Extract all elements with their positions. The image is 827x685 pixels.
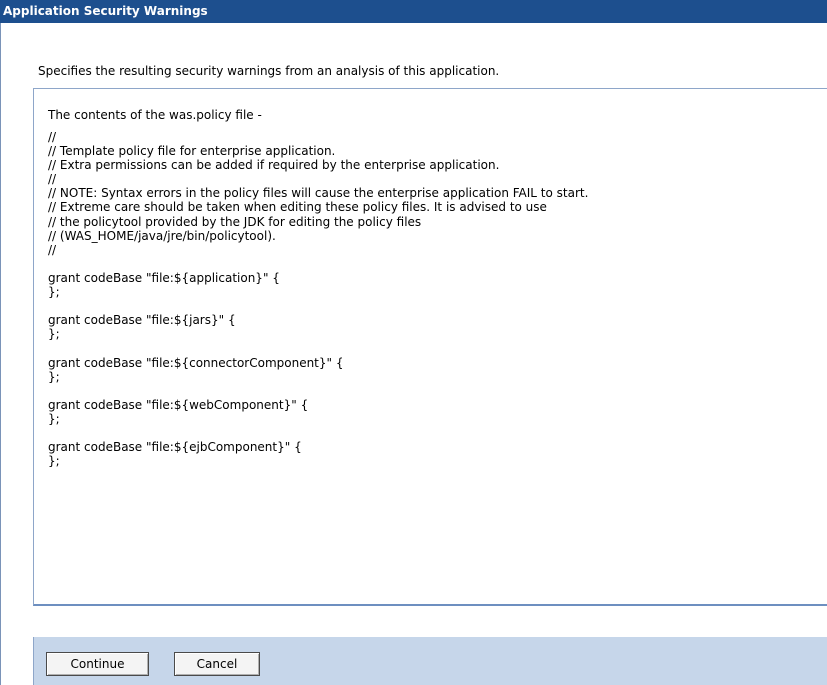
policy-line: }; [48,285,60,300]
policy-line: grant codeBase "file:${webComponent}" { [48,397,309,412]
policy-line: // [48,242,57,257]
policy-line: // the policytool provided by the JDK fo… [48,214,422,229]
continue-button[interactable]: Continue [46,652,149,676]
button-bar [33,637,827,685]
policy-line: // (WAS_HOME/java/jre/bin/policytool). [48,228,276,243]
policy-line: grant codeBase "file:${connectorComponen… [48,355,344,370]
policy-line: }; [48,327,60,342]
policy-line: // [48,172,57,187]
policy-line: // Extra permissions can be added if req… [48,158,500,173]
policy-line: grant codeBase "file:${application}" { [48,270,280,285]
dialog-title: Application Security Warnings [0,0,827,23]
left-edge-divider [0,23,1,685]
policy-line: grant codeBase "file:${jars}" { [48,313,236,328]
policy-line: // [48,130,57,144]
policy-file-text: // // Template policy file for enterpris… [48,130,588,468]
policy-line: }; [48,369,60,384]
policy-line: }; [48,454,60,469]
dialog-description: Specifies the resulting security warning… [38,64,500,78]
policy-line: // Template policy file for enterprise a… [48,144,336,159]
policy-line: grant codeBase "file:${ejbComponent}" { [48,440,302,455]
policy-line: // Extreme care should be taken when edi… [48,200,547,215]
policy-line: // NOTE: Syntax errors in the policy fil… [48,186,589,201]
cancel-button[interactable]: Cancel [174,652,260,676]
policy-line: }; [48,411,60,426]
policy-heading: The contents of the was.policy file - [48,108,262,122]
